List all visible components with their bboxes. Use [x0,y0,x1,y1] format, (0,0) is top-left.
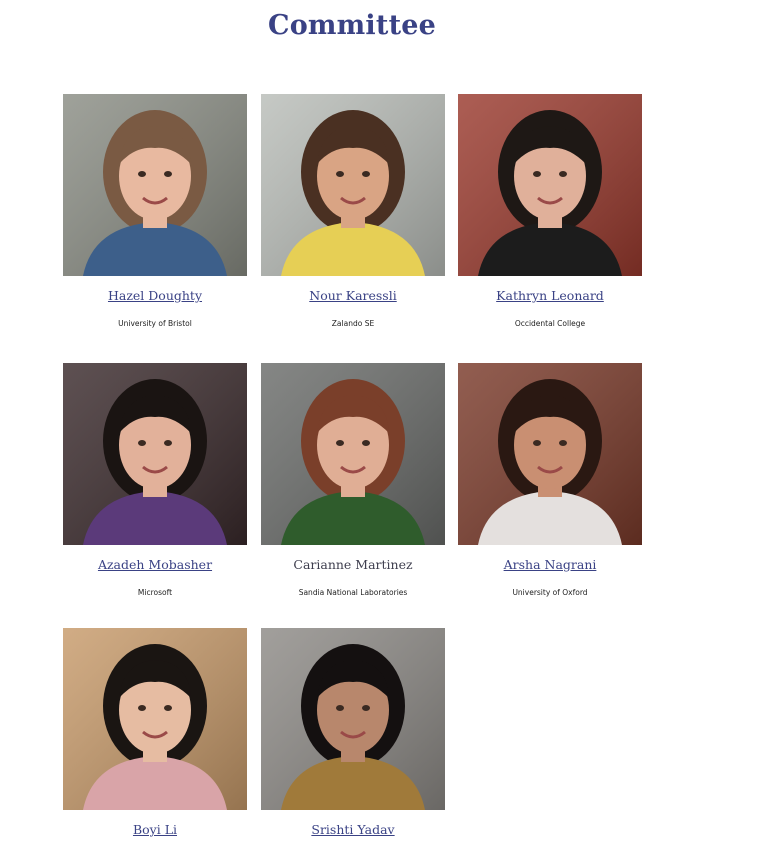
member-photo[interactable] [63,363,247,545]
member-affiliation: Occidental College [514,319,586,328]
member-name-link: Carianne Martinez [293,557,413,572]
member-name-link[interactable]: Kathryn Leonard [458,288,642,303]
member-affiliation: Sandia National Laboratories [298,588,408,597]
member-name-link[interactable]: Hazel Doughty [63,288,247,303]
member-photo[interactable] [261,94,445,276]
member-name-link[interactable]: Nour Karessli [261,288,445,303]
member-card: Hazel Doughty University of Bristol [63,94,247,328]
member-card: Nour Karessli Zalando SE [261,94,445,328]
member-card: Boyi Li [63,628,247,837]
member-card: Arsha Nagrani University of Oxford [458,363,642,597]
member-card: Srishti Yadav [261,628,445,837]
member-card: Kathryn Leonard Occidental College [458,94,642,328]
member-name-link[interactable]: Arsha Nagrani [458,557,642,572]
member-name-link[interactable]: Boyi Li [63,822,247,837]
member-affiliation: Microsoft [137,588,173,597]
member-affiliation: University of Bristol [118,319,192,328]
member-affiliation: Zalando SE [331,319,375,328]
member-photo[interactable] [261,628,445,810]
member-photo[interactable] [63,628,247,810]
page-title: Committee [268,10,436,41]
member-name-link[interactable]: Azadeh Mobasher [63,557,247,572]
member-card: Azadeh Mobasher Microsoft [63,363,247,597]
member-photo[interactable] [261,363,445,545]
member-name-link[interactable]: Srishti Yadav [261,822,445,837]
member-photo[interactable] [458,94,642,276]
member-photo[interactable] [63,94,247,276]
member-affiliation: University of Oxford [512,588,588,597]
member-photo[interactable] [458,363,642,545]
member-card: Carianne Martinez Sandia National Laborat… [261,363,445,597]
